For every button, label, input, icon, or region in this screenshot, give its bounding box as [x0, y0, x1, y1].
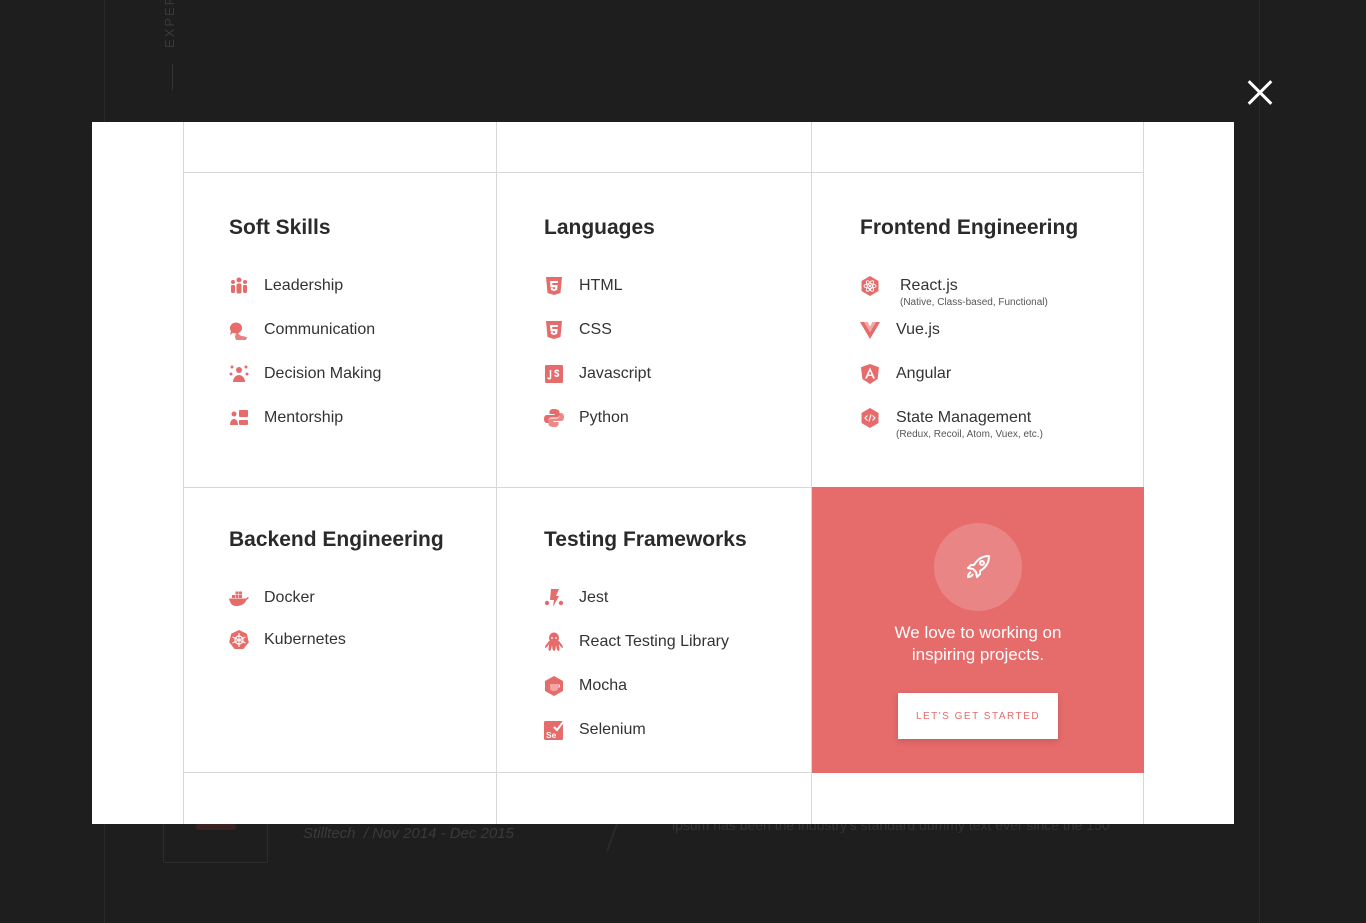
section-label-line — [172, 64, 173, 90]
close-modal-button[interactable] — [1241, 74, 1279, 112]
mentor-icon — [230, 410, 248, 425]
selenium-icon: Se — [544, 720, 564, 740]
section-title: Backend Engineering — [229, 528, 444, 551]
kubernetes-icon — [229, 630, 249, 649]
grid-line — [496, 122, 497, 824]
cta-message-line-1: We love to working on — [894, 623, 1062, 642]
javascript-icon — [545, 365, 563, 383]
angular-icon — [861, 364, 879, 384]
code-hexagon-icon — [861, 408, 879, 428]
css3-icon — [546, 321, 562, 339]
rocket-icon — [967, 555, 990, 578]
cta-message-line-2: inspiring projects. — [911, 645, 1045, 664]
cta-message: We love to working on inspiring projects… — [812, 622, 1144, 666]
section-label-vertical: EXPERI — [162, 0, 177, 48]
get-started-button[interactable]: LET'S GET STARTED — [898, 693, 1058, 739]
svg-text:Se: Se — [546, 730, 557, 740]
decision-icon — [229, 365, 249, 382]
jest-icon — [544, 589, 564, 607]
skills-modal: Soft Skills Leadership Communication Dec… — [92, 122, 1234, 824]
react-icon — [861, 276, 879, 296]
cta-icon-circle — [934, 523, 1022, 611]
page-border-right — [1259, 0, 1260, 923]
cta-panel: We love to working on inspiring projects… — [812, 487, 1144, 773]
docker-icon — [229, 591, 249, 606]
section-title: Testing Frameworks — [544, 528, 747, 551]
chat-bubbles-icon — [229, 322, 248, 340]
team-icon — [231, 277, 247, 294]
python-icon — [544, 409, 564, 427]
section-title: Frontend Engineering — [860, 216, 1079, 239]
section-title: Soft Skills — [229, 216, 331, 239]
company-dates: / Nov 2014 - Dec 2015 — [363, 825, 514, 842]
company-info: Stilltech / Nov 2014 - Dec 2015 — [303, 825, 514, 842]
octopus-icon — [545, 632, 563, 651]
html5-icon — [546, 277, 562, 295]
mocha-icon — [545, 676, 563, 696]
section-title: Languages — [544, 216, 655, 239]
company-name: Stilltech — [303, 825, 356, 842]
vue-icon — [860, 322, 880, 339]
grid-line — [183, 122, 184, 824]
grid-line — [183, 172, 1144, 173]
